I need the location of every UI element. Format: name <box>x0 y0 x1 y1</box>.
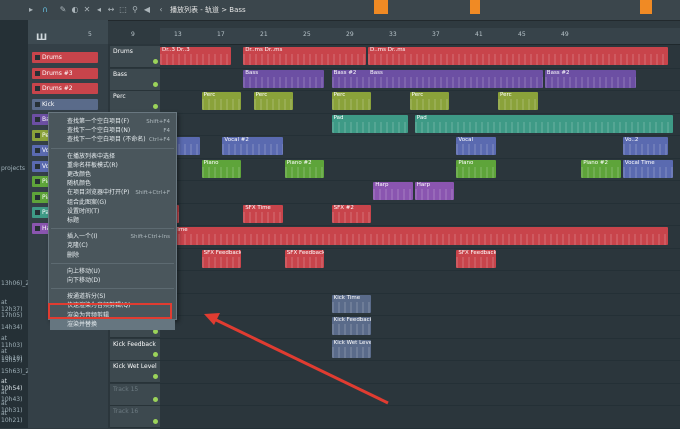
arrow-line <box>211 316 389 405</box>
annotation-arrow <box>204 313 389 405</box>
arrow-head <box>204 313 220 325</box>
